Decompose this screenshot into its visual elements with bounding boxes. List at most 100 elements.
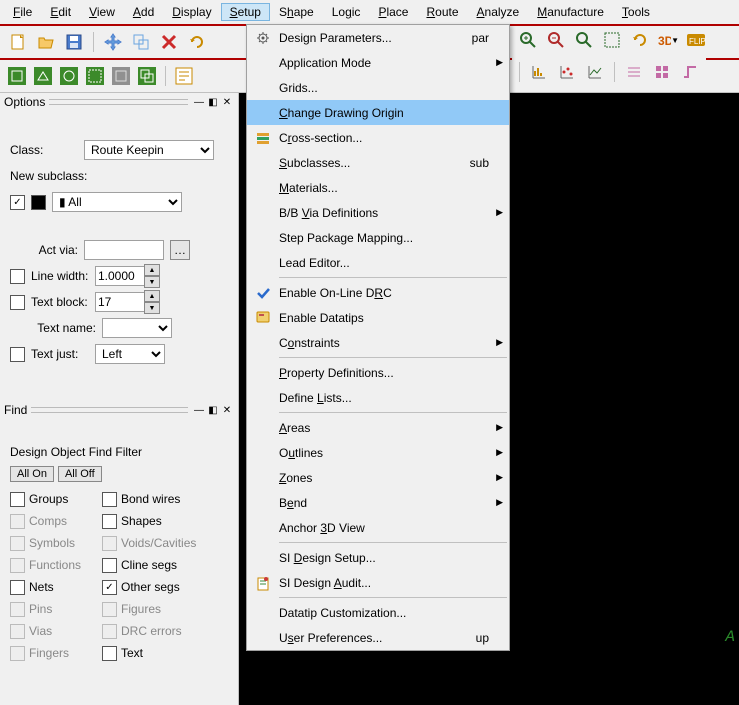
spinner-up-1[interactable]: ▲ — [144, 264, 160, 276]
menu-item[interactable]: View — [80, 3, 124, 21]
menu-item[interactable]: Subclasses...sub — [247, 150, 509, 175]
close-icon[interactable]: ✕ — [220, 95, 234, 109]
shape-tool-3[interactable] — [58, 65, 80, 87]
menu-item[interactable]: Bend▶ — [247, 490, 509, 515]
menu-item[interactable]: Manufacture — [528, 3, 613, 21]
dock-icon[interactable]: ◧ — [206, 403, 220, 417]
minimize-icon[interactable]: — — [192, 403, 206, 417]
checkbox[interactable] — [102, 558, 117, 573]
menu-item[interactable]: Design Parameters...par — [247, 25, 509, 50]
shape-tool-1[interactable] — [6, 65, 28, 87]
menu-item[interactable]: File — [4, 3, 41, 21]
act-via-browse-button[interactable]: … — [170, 240, 190, 260]
shape-tool-5[interactable] — [110, 65, 132, 87]
subclass-color-swatch[interactable] — [31, 195, 46, 210]
menu-item-label: Design Parameters... — [275, 31, 472, 45]
menu-item[interactable]: Cross-section... — [247, 125, 509, 150]
subclass-select[interactable]: ▮ All — [52, 192, 182, 212]
menu-item[interactable]: Place — [369, 3, 417, 21]
text-just-select[interactable]: Left — [95, 344, 165, 364]
menu-item[interactable]: User Preferences...up — [247, 625, 509, 650]
line-width-checkbox[interactable] — [10, 269, 25, 284]
text-name-select[interactable] — [102, 318, 172, 338]
undo-button[interactable] — [185, 30, 209, 54]
copy-button[interactable] — [129, 30, 153, 54]
menu-item[interactable]: SI Design Audit... — [247, 570, 509, 595]
shape-tool-2[interactable] — [32, 65, 54, 87]
zoom-prev-icon[interactable] — [628, 28, 652, 52]
all-on-button[interactable]: All On — [10, 466, 54, 482]
spinner-down-1[interactable]: ▼ — [144, 276, 160, 288]
zoom-window-icon[interactable] — [600, 28, 624, 52]
checkbox[interactable] — [102, 514, 117, 529]
menu-item[interactable]: Constraints▶ — [247, 330, 509, 355]
menu-item[interactable]: Property Definitions... — [247, 360, 509, 385]
menu-item[interactable]: Areas▶ — [247, 415, 509, 440]
spinner-down-2[interactable]: ▼ — [144, 302, 160, 314]
menu-item[interactable]: Application Mode▶ — [247, 50, 509, 75]
menu-separator — [279, 542, 507, 543]
new-subclass-checkbox[interactable] — [10, 195, 25, 210]
checkbox[interactable] — [102, 580, 117, 595]
checkbox[interactable] — [102, 492, 117, 507]
menu-item[interactable]: SI Design Setup... — [247, 545, 509, 570]
menu-item[interactable]: Add — [124, 3, 163, 21]
text-just-checkbox[interactable] — [10, 347, 25, 362]
menu-item[interactable]: Grids... — [247, 75, 509, 100]
menu-item[interactable]: Edit — [41, 3, 80, 21]
delete-button[interactable] — [157, 30, 181, 54]
dock-icon[interactable]: ◧ — [206, 95, 220, 109]
menu-item[interactable]: Enable Datatips — [247, 305, 509, 330]
shape-tool-6[interactable] — [136, 65, 158, 87]
list-icon[interactable] — [622, 60, 646, 84]
menu-item[interactable]: Lead Editor... — [247, 250, 509, 275]
menu-item[interactable]: Setup — [221, 3, 270, 21]
new-file-button[interactable] — [6, 30, 30, 54]
chart-icon-3[interactable] — [583, 60, 607, 84]
chart-icon-1[interactable] — [527, 60, 551, 84]
menu-item[interactable]: Anchor 3D View — [247, 515, 509, 540]
checkbox-label: Voids/Cavities — [121, 536, 196, 550]
menu-item[interactable]: Enable On-Line DRC — [247, 280, 509, 305]
menu-item[interactable]: Datatip Customization... — [247, 600, 509, 625]
line-width-input[interactable] — [95, 266, 145, 286]
menu-item[interactable]: Outlines▶ — [247, 440, 509, 465]
zoom-fit-icon[interactable] — [572, 28, 596, 52]
text-block-checkbox[interactable] — [10, 295, 25, 310]
menu-item[interactable]: B/B Via Definitions▶ — [247, 200, 509, 225]
menu-item[interactable]: Tools — [613, 3, 659, 21]
menu-item[interactable]: Analyze — [468, 3, 529, 21]
3d-view-icon[interactable]: 3D▼ — [656, 28, 680, 52]
minimize-icon[interactable]: — — [192, 95, 206, 109]
checkbox[interactable] — [10, 580, 25, 595]
menu-item[interactable]: Route — [417, 3, 467, 21]
menu-item[interactable]: Change Drawing Origin — [247, 100, 509, 125]
menu-item[interactable]: Display — [163, 3, 220, 21]
flip-icon[interactable]: FLIP — [684, 28, 708, 52]
menu-accelerator: up — [476, 631, 493, 645]
all-off-button[interactable]: All Off — [58, 466, 102, 482]
grid-icon[interactable] — [650, 60, 674, 84]
checkbox[interactable] — [102, 646, 117, 661]
chart-icon-2[interactable] — [555, 60, 579, 84]
route-icon[interactable] — [678, 60, 702, 84]
text-block-input[interactable] — [95, 292, 145, 312]
save-button[interactable] — [62, 30, 86, 54]
act-via-input[interactable] — [84, 240, 164, 260]
shape-tool-4[interactable] — [84, 65, 106, 87]
menu-item[interactable]: Zones▶ — [247, 465, 509, 490]
zoom-in-icon[interactable] — [516, 28, 540, 52]
menu-item[interactable]: Step Package Mapping... — [247, 225, 509, 250]
menu-item[interactable]: Define Lists... — [247, 385, 509, 410]
move-button[interactable] — [101, 30, 125, 54]
menu-item[interactable]: Logic — [323, 3, 370, 21]
spinner-up-2[interactable]: ▲ — [144, 290, 160, 302]
menu-item[interactable]: Shape — [270, 3, 323, 21]
menu-item[interactable]: Materials... — [247, 175, 509, 200]
class-select[interactable]: Route Keepin — [84, 140, 214, 160]
shape-tool-7[interactable] — [173, 65, 195, 87]
zoom-out-icon[interactable] — [544, 28, 568, 52]
close-icon[interactable]: ✕ — [220, 403, 234, 417]
open-file-button[interactable] — [34, 30, 58, 54]
checkbox[interactable] — [10, 492, 25, 507]
